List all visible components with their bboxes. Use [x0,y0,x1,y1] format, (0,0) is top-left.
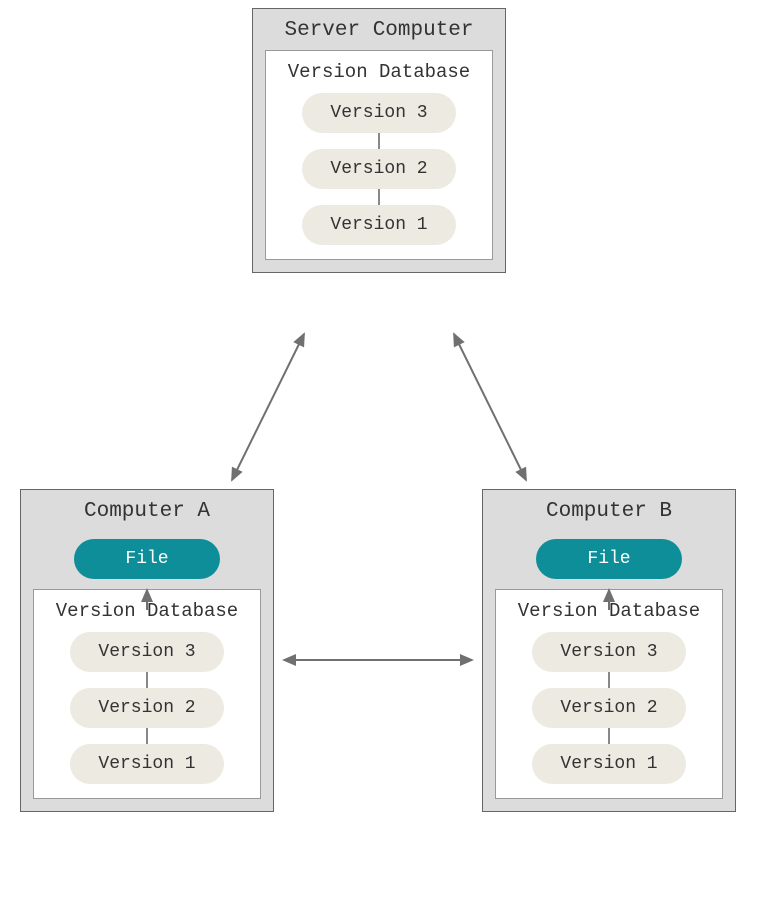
arrow-server-to-b [454,334,526,480]
computer-b-version-3: Version 3 [532,632,685,672]
server-version-3: Version 3 [302,93,455,133]
computer-b-box: Computer B File Version Database Version… [482,489,736,812]
server-computer-box: Server Computer Version Database Version… [252,8,506,273]
connector-line [608,672,610,688]
server-version-db-panel: Version Database Version 3 Version 2 Ver… [265,50,493,260]
connector-line [146,672,148,688]
computer-b-title: Computer B [483,490,735,531]
computer-b-version-db-panel: Version Database Version 3 Version 2 Ver… [495,589,723,799]
computer-a-version-3: Version 3 [70,632,223,672]
server-title: Server Computer [253,9,505,50]
computer-b-version-2: Version 2 [532,688,685,728]
computer-a-version-1: Version 1 [70,744,223,784]
arrow-server-to-a [232,334,304,480]
computer-a-title: Computer A [21,490,273,531]
computer-a-file-pill: File [74,539,220,579]
connector-line [608,728,610,744]
server-db-title: Version Database [274,61,484,83]
computer-a-version-db-panel: Version Database Version 3 Version 2 Ver… [33,589,261,799]
computer-a-db-title: Version Database [42,600,252,622]
connector-line [146,728,148,744]
computer-a-box: Computer A File Version Database Version… [20,489,274,812]
computer-b-db-title: Version Database [504,600,714,622]
computer-b-version-1: Version 1 [532,744,685,784]
server-version-2: Version 2 [302,149,455,189]
server-version-1: Version 1 [302,205,455,245]
computer-a-version-2: Version 2 [70,688,223,728]
computer-b-file-pill: File [536,539,682,579]
connector-line [378,189,380,205]
connector-line [378,133,380,149]
